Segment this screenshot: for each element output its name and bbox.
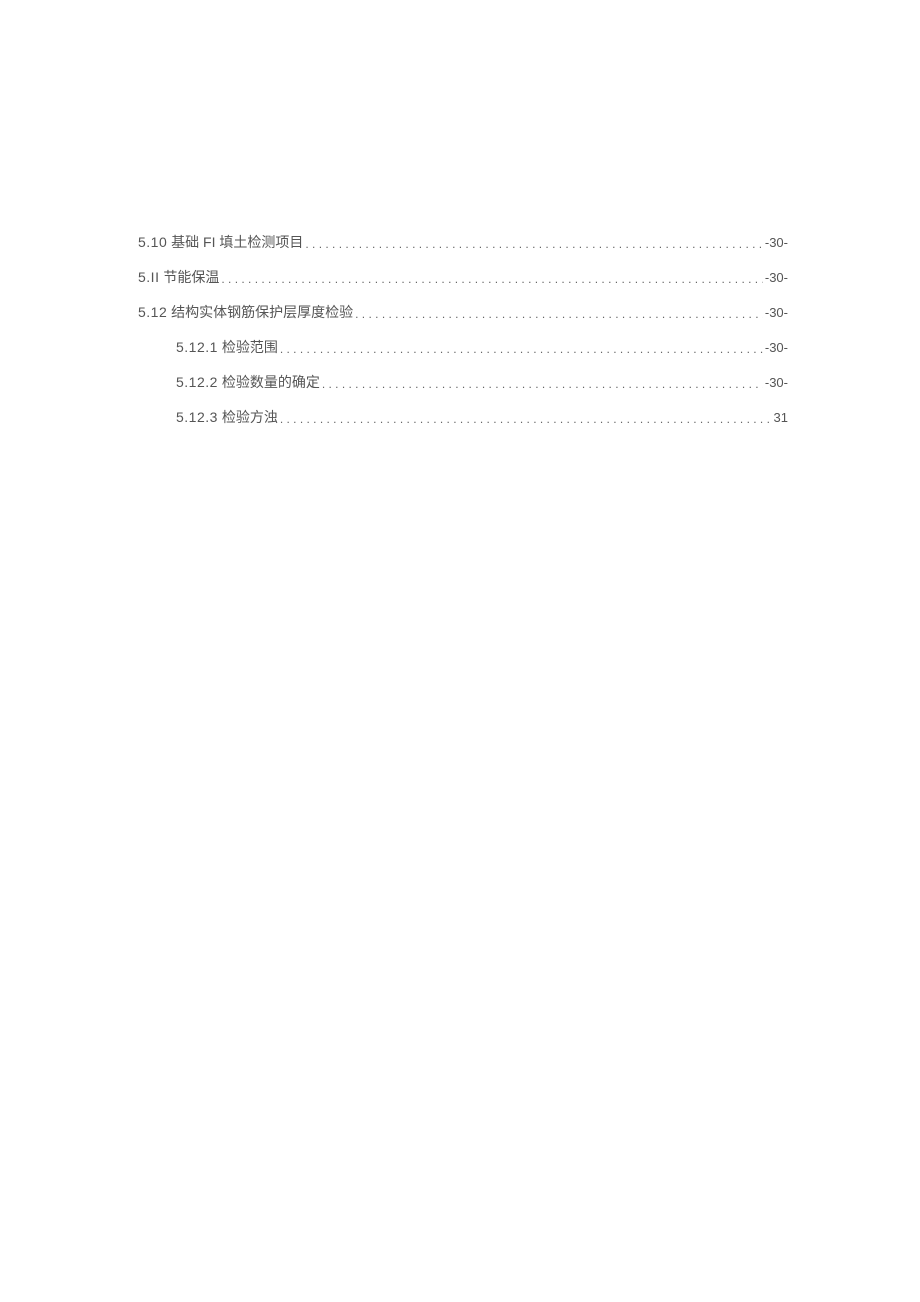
toc-entry: 5.10 基础 FI 填土检测项目 -30- [138,232,788,252]
toc-page-number: -30- [765,305,788,320]
toc-leader-dots [305,237,763,251]
toc-leader-dots [322,377,763,391]
toc-page-number: -30- [765,270,788,285]
toc-label: 5.12.2 检验数量的确定 [176,372,320,392]
toc-label: 5.12.3 检验方浊 [176,407,278,427]
toc-entry: 5.12.1 检验范围 -30- [138,337,788,357]
table-of-contents: 5.10 基础 FI 填土检测项目 -30- 5.II 节能保温 -30- 5.… [138,232,788,442]
toc-page-number: -30- [765,375,788,390]
toc-label: 5.10 基础 FI 填土检测项目 [138,232,303,252]
toc-leader-dots [280,412,772,426]
toc-leader-dots [221,272,763,286]
toc-label: 5.II 节能保温 [138,267,219,287]
toc-entry: 5.12 结构实体钢筋保护层厚度检验 -30- [138,302,788,322]
toc-entry: 5.12.2 检验数量的确定 -30- [138,372,788,392]
toc-entry: 5.II 节能保温 -30- [138,267,788,287]
toc-entry: 5.12.3 检验方浊 31 [138,407,788,427]
toc-page-number: -30- [765,235,788,250]
toc-label: 5.12.1 检验范围 [176,337,278,357]
toc-page-number: -30- [765,340,788,355]
toc-leader-dots [355,307,763,321]
toc-label: 5.12 结构实体钢筋保护层厚度检验 [138,302,353,322]
toc-page-number: 31 [774,410,788,425]
toc-leader-dots [280,342,763,356]
